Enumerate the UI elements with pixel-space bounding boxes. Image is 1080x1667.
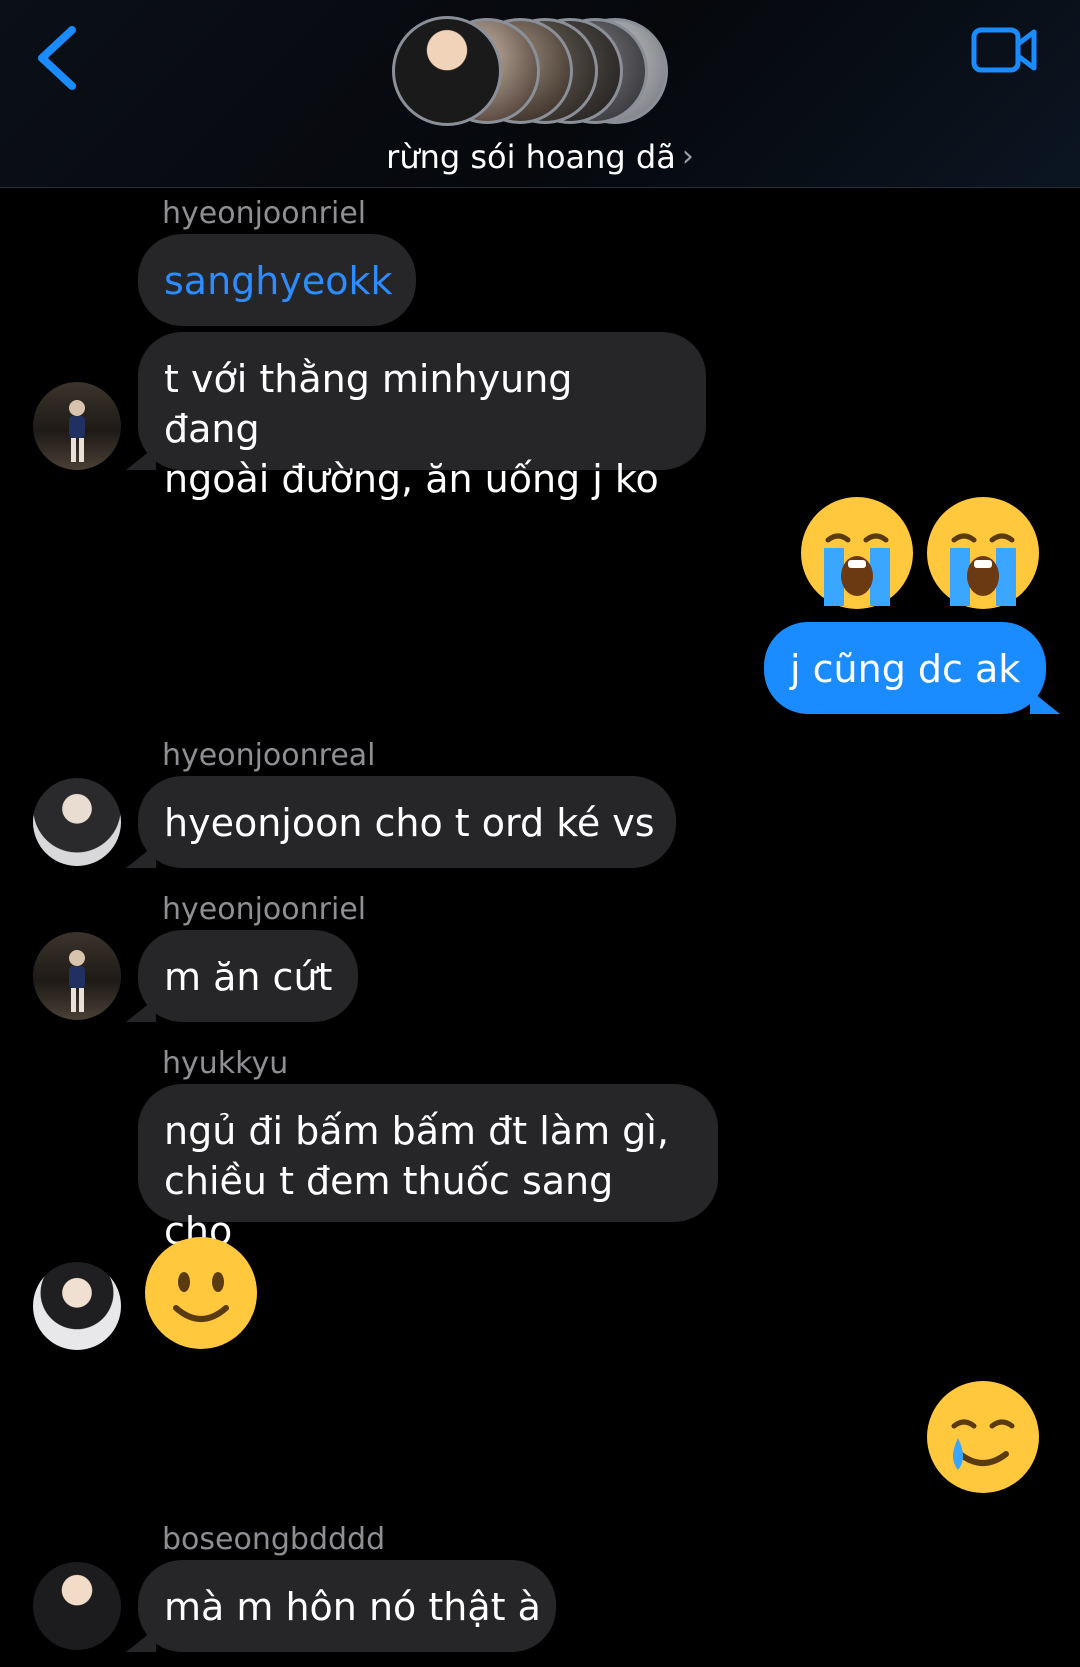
sender-name: hyeonjoonriel <box>162 892 367 927</box>
message-bubble[interactable]: sanghyeokk <box>138 234 416 326</box>
sender-name: hyeonjoonriel <box>162 196 367 231</box>
message-text-line: ngủ đi bấm bấm đt làm gì, <box>164 1109 669 1153</box>
back-button[interactable] <box>32 22 88 94</box>
sender-name: hyukkyu <box>162 1046 289 1081</box>
video-call-button[interactable] <box>970 22 1040 78</box>
sender-name: boseongbdddd <box>162 1522 386 1557</box>
person-icon <box>69 400 85 462</box>
message-bubble[interactable]: mà m hôn nó thật à <box>138 1560 556 1652</box>
message-text: mà m hôn nó thật à <box>164 1585 541 1629</box>
message-text-line: ngoài đường, ăn uống j ko <box>164 457 659 501</box>
chat-header: rừng sói hoang dã › <box>0 0 1080 188</box>
bubble-tail <box>126 446 156 470</box>
loudly-crying-face-icon[interactable] <box>924 494 1042 612</box>
avatar[interactable] <box>33 382 121 470</box>
slightly-smiling-face-icon[interactable] <box>142 1234 260 1352</box>
message-bubble[interactable]: ngủ đi bấm bấm đt làm gì, chiều t đem th… <box>138 1084 718 1253</box>
outgoing-message-bubble[interactable]: j cũng dc ak <box>764 622 1046 714</box>
sender-name: hyeonjoonreal <box>162 738 376 773</box>
group-member-avatar <box>392 16 502 126</box>
group-avatar-stack[interactable] <box>392 16 692 128</box>
chevron-left-icon <box>38 26 76 90</box>
message-bubble[interactable]: m ăn cứt <box>138 930 358 1022</box>
person-icon <box>69 950 85 1012</box>
smiling-face-with-tear-icon[interactable] <box>924 1378 1042 1496</box>
message-text: m ăn cứt <box>164 955 333 999</box>
message-bubble[interactable]: t với thằng minhyung đang ngoài đường, ă… <box>138 332 706 501</box>
message-text: j cũng dc ak <box>790 647 1021 691</box>
chat-title-row[interactable]: rừng sói hoang dã › <box>0 138 1080 176</box>
avatar[interactable] <box>33 1262 121 1350</box>
avatar[interactable] <box>33 1562 121 1650</box>
chat-title: rừng sói hoang dã <box>386 138 676 176</box>
mention-link[interactable]: sanghyeokk <box>164 259 393 303</box>
avatar[interactable] <box>33 778 121 866</box>
loudly-crying-face-icon[interactable] <box>798 494 916 612</box>
message-text: hyeonjoon cho t ord ké vs <box>164 801 655 845</box>
message-bubble[interactable]: hyeonjoon cho t ord ké vs <box>138 776 676 868</box>
video-camera-icon <box>971 27 1037 73</box>
message-text-line: t với thằng minhyung đang <box>164 357 573 451</box>
avatar[interactable] <box>33 932 121 1020</box>
chevron-right-icon: › <box>681 139 694 174</box>
